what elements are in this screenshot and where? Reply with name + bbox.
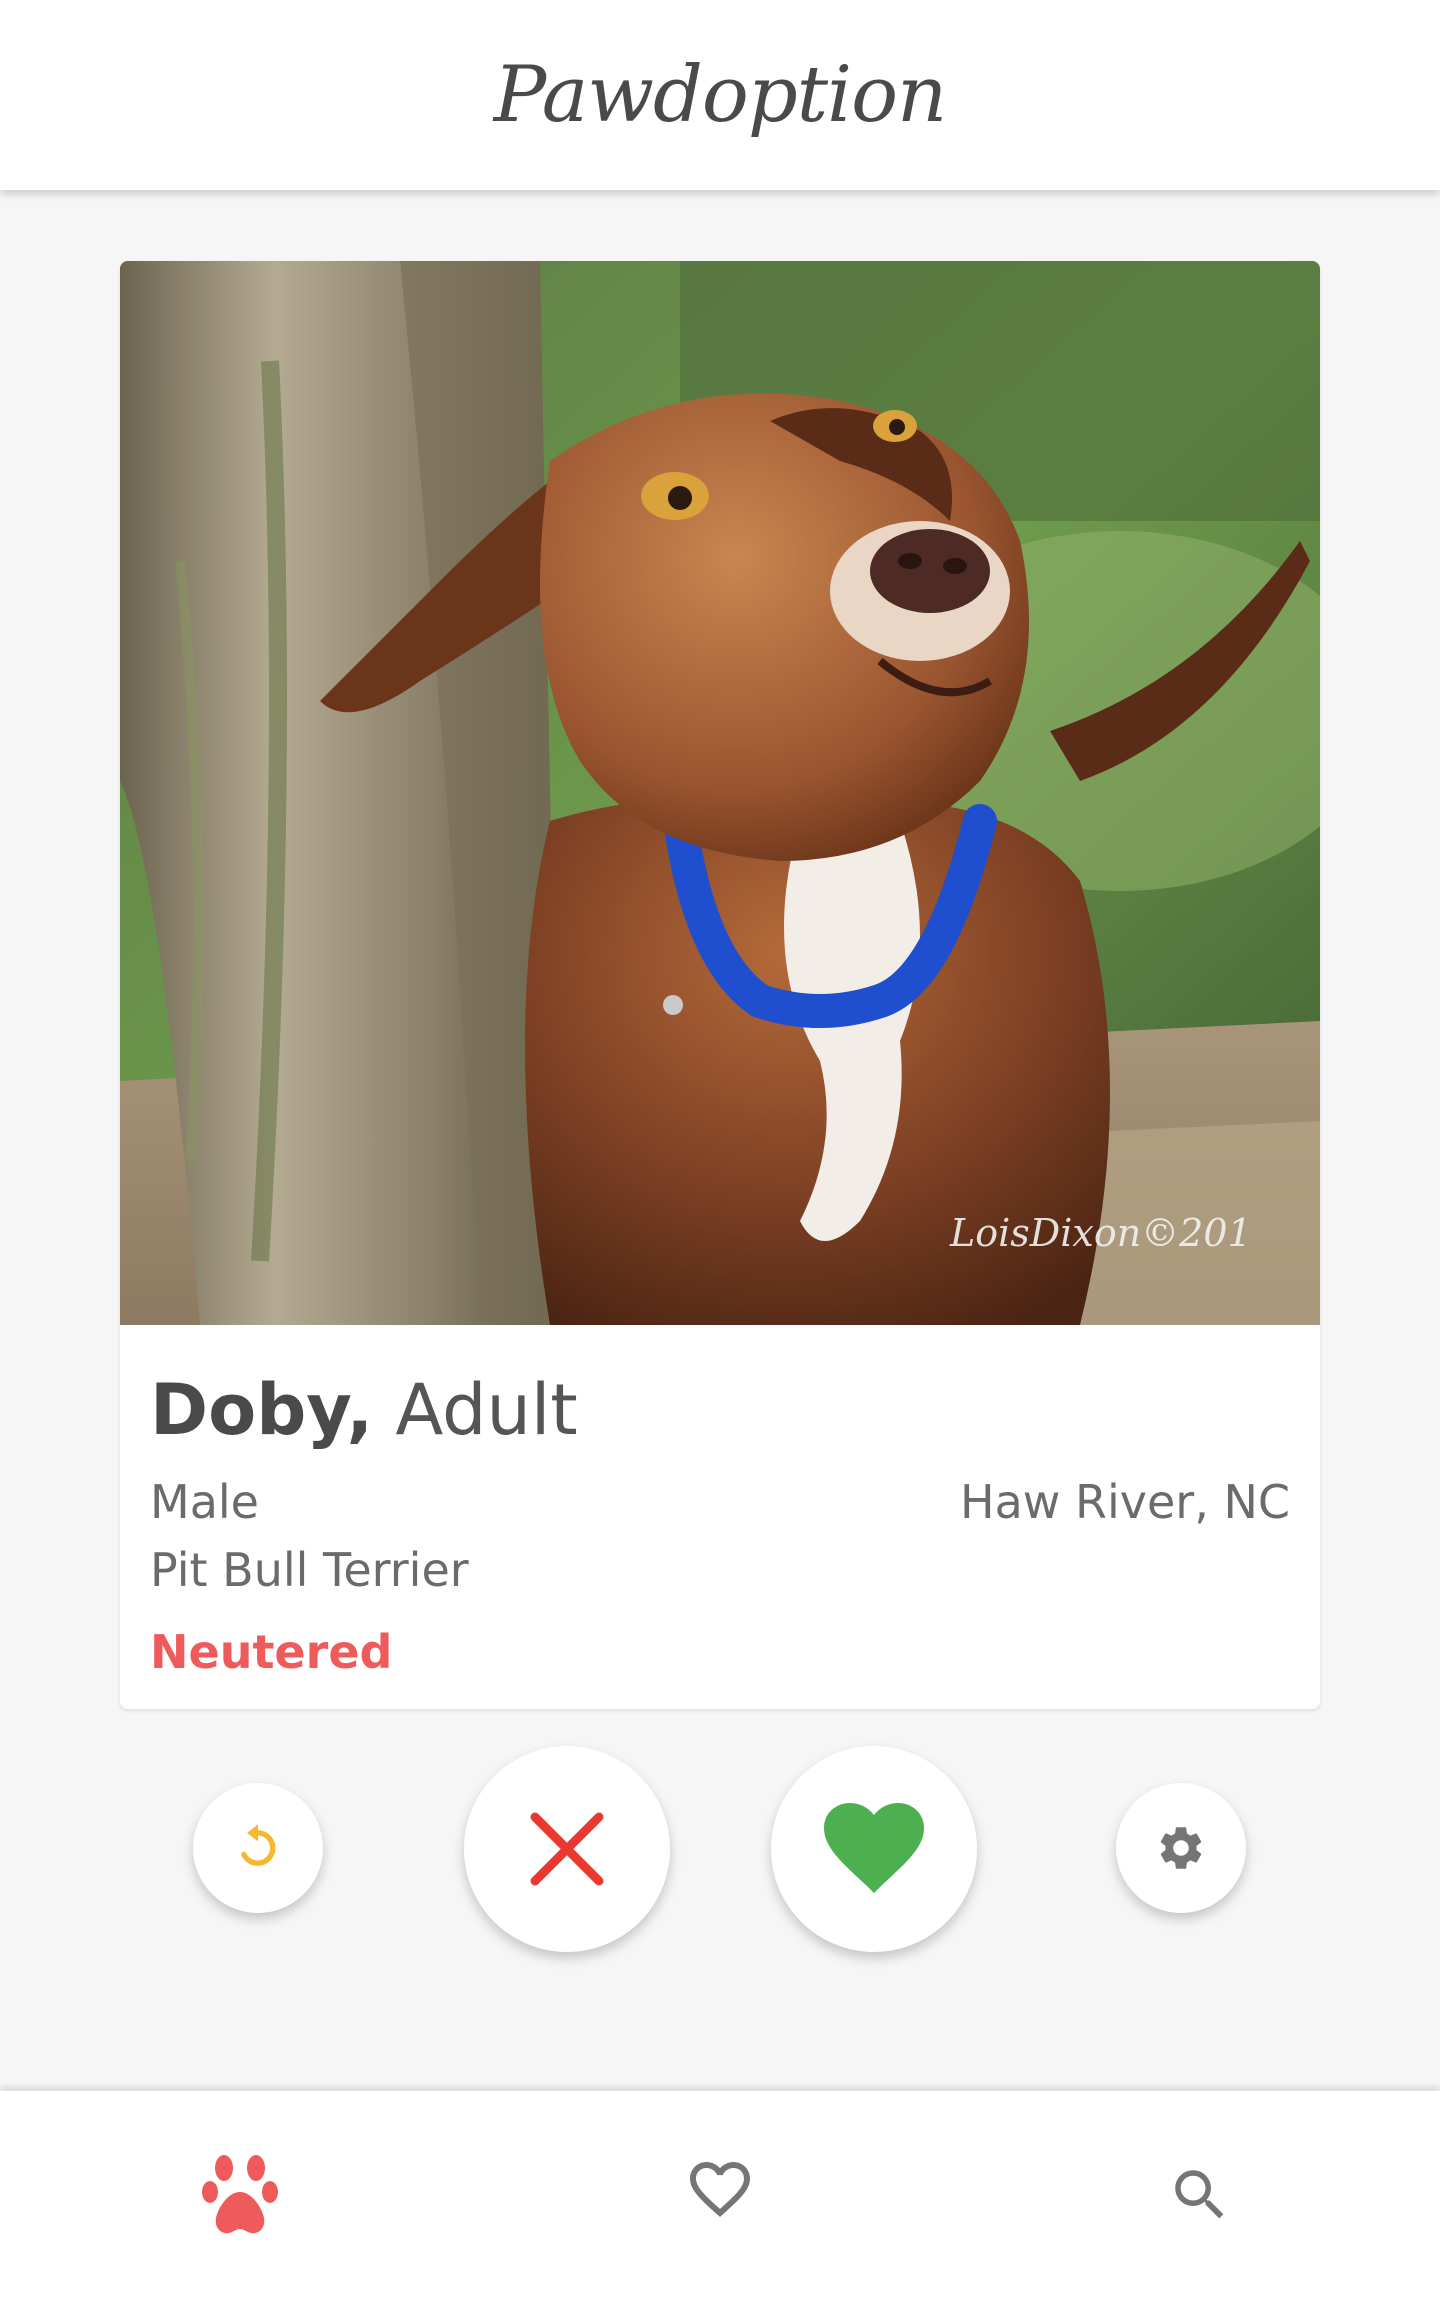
- nav-discover[interactable]: [0, 2091, 480, 2299]
- nav-favorites[interactable]: [480, 2091, 960, 2299]
- nav-search[interactable]: [960, 2091, 1440, 2299]
- app-title: Pawdoption: [493, 50, 948, 140]
- close-icon: [530, 1812, 604, 1886]
- like-button[interactable]: [771, 1746, 977, 1952]
- photo-watermark: LoisDixon©201: [949, 1211, 1252, 1255]
- pet-photo[interactable]: LoisDixon©201: [120, 261, 1320, 1325]
- app-header: Pawdoption: [0, 0, 1440, 190]
- pet-card[interactable]: LoisDixon©201 Doby, Adult Male Haw River…: [120, 261, 1320, 1709]
- pet-age: Adult: [395, 1369, 578, 1451]
- pet-name-separator: ,: [346, 1369, 374, 1451]
- paw-icon: [202, 2155, 278, 2234]
- undo-icon: [241, 1824, 276, 1866]
- bottom-nav: [0, 2090, 1440, 2299]
- pet-info: Doby, Adult Male Haw River, NC Pit Bull …: [150, 1325, 1290, 1709]
- pet-location: Haw River, NC: [960, 1475, 1290, 1529]
- dog-photo-illustration: LoisDixon©201: [120, 261, 1320, 1325]
- pet-name-line: Doby, Adult: [150, 1369, 578, 1451]
- pet-gender: Male: [150, 1475, 259, 1529]
- dislike-button[interactable]: [464, 1746, 670, 1952]
- pet-name: Doby: [150, 1369, 347, 1451]
- heart-outline-icon: [690, 2162, 750, 2218]
- gear-icon: [1160, 1827, 1202, 1869]
- settings-button[interactable]: [1116, 1783, 1246, 1913]
- search-icon: [1175, 2170, 1224, 2219]
- pet-status-badge: Neutered: [150, 1625, 393, 1679]
- pet-breed: Pit Bull Terrier: [150, 1543, 469, 1597]
- heart-icon: [824, 1803, 924, 1893]
- undo-button[interactable]: [193, 1783, 323, 1913]
